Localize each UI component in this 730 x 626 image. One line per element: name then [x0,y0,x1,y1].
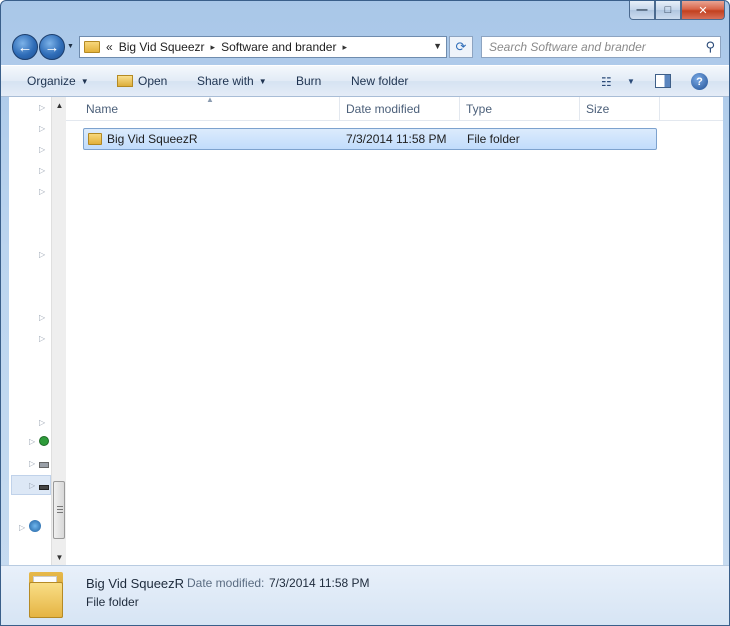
scroll-down-icon[interactable]: ▼ [52,549,67,565]
open-button[interactable]: Open [117,74,167,88]
file-date-cell: 7/3/2014 11:58 PM [346,132,447,146]
network-icon [29,520,41,532]
file-list: ▲ Name Date modified Type Size Big Vid S… [66,95,723,565]
column-header-date-modified[interactable]: Date modified [340,97,460,121]
forward-button[interactable]: → [39,34,65,60]
column-header-type[interactable]: Type [460,97,580,121]
minimize-button[interactable]: — [629,1,655,20]
file-type-cell: File folder [467,132,520,146]
new-folder-button[interactable]: New folder [351,74,408,88]
expand-arrow-icon[interactable]: ▷ [39,250,45,259]
navigation-row: ← → ▼ « Big Vid Squeezr ▸ Software and b… [1,31,729,63]
expand-arrow-icon[interactable]: ▷ [29,437,35,446]
search-box[interactable]: ⚲ [481,36,721,58]
expand-arrow-icon[interactable]: ▷ [39,145,45,154]
organize-label: Organize [27,74,76,88]
details-name: Big Vid SqueezR [86,576,185,591]
expand-arrow-icon[interactable]: ▷ [29,459,35,468]
expand-arrow-icon[interactable]: ▷ [39,313,45,322]
address-dropdown-icon[interactable]: ▼ [433,41,442,51]
expand-arrow-icon[interactable]: ▷ [39,418,45,427]
share-with-label: Share with [197,74,254,88]
refresh-icon: ⟳ [455,39,467,54]
expand-arrow-icon[interactable]: ▷ [39,124,45,133]
chevron-down-icon: ▼ [80,76,89,86]
breadcrumb-chevron-icon[interactable]: ▸ [342,42,347,53]
homegroup-icon [39,436,49,446]
expand-arrow-icon[interactable]: ▷ [39,103,45,112]
back-button[interactable]: ← [12,34,38,60]
breadcrumb-chevron-icon[interactable]: ▸ [211,42,216,53]
title-bar[interactable]: — □ ✕ [1,1,729,31]
open-folder-icon [117,75,133,87]
change-view-icon[interactable]: ☷ [601,75,612,89]
search-icon[interactable]: ⚲ [705,39,715,55]
window-controls: — □ ✕ [629,1,725,20]
grip-line [57,509,63,510]
command-bar: Organize ▼ Open Share with ▼ Burn New fo… [1,65,729,97]
column-header-row: ▲ Name Date modified Type Size [66,95,723,121]
scroll-up-icon[interactable]: ▲ [52,97,67,113]
details-date-value: 7/3/2014 11:58 PM [269,576,370,590]
details-pane: Big Vid SqueezR Date modified: 7/3/2014 … [1,565,729,625]
grip-line [57,506,63,507]
expand-arrow-icon[interactable]: ▷ [39,187,45,196]
drive-icon [39,485,49,490]
scrollbar-thumb[interactable] [53,481,65,539]
search-input[interactable] [489,40,699,54]
drive-icon [39,462,49,468]
column-header-size[interactable]: Size [580,97,660,121]
back-arrow-icon: ← [17,38,33,56]
folder-icon [88,133,102,145]
explorer-window: — □ ✕ ← → ▼ « Big Vid Squeezr ▸ Software… [0,0,730,626]
nav-pane-scrollbar[interactable]: ▲ ▼ [51,97,66,565]
close-button[interactable]: ✕ [681,1,725,20]
share-with-button[interactable]: Share with ▼ [197,74,267,88]
grip-line [57,512,63,513]
breadcrumb-item-big-vid-squeezr[interactable]: Big Vid Squeezr [119,40,205,54]
forward-arrow-icon: → [44,38,60,56]
address-bar[interactable]: « Big Vid Squeezr ▸ Software and brander… [79,36,447,58]
expand-arrow-icon[interactable]: ▷ [29,481,35,490]
column-header-name[interactable]: Name [80,97,340,121]
recent-pages-dropdown-icon[interactable]: ▼ [67,43,74,50]
help-icon[interactable]: ? [691,73,708,90]
expand-arrow-icon[interactable]: ▷ [39,334,45,343]
burn-label: Burn [296,74,322,88]
details-date-label: Date modified: [187,576,265,590]
details-type: File folder [86,595,139,609]
table-row[interactable]: Big Vid SqueezR 7/3/2014 11:58 PM File f… [83,128,657,150]
refresh-button[interactable]: ⟳ [449,36,473,58]
new-folder-label: New folder [351,74,409,88]
expand-arrow-icon[interactable]: ▷ [39,166,45,175]
open-label: Open [138,74,168,88]
breadcrumb-item-software-and-brander[interactable]: Software and brander [221,40,336,54]
burn-button[interactable]: Burn [296,74,321,88]
organize-button[interactable]: Organize ▼ [27,74,89,88]
folder-large-icon [29,572,63,618]
folder-icon [84,41,100,53]
view-options-dropdown-icon[interactable]: ▼ [627,77,635,86]
chevron-down-icon: ▼ [258,76,267,86]
breadcrumb-overflow[interactable]: « [106,40,113,54]
maximize-button[interactable]: □ [655,1,681,20]
file-name-cell: Big Vid SqueezR [88,129,198,149]
preview-pane-icon[interactable] [655,74,671,88]
expand-arrow-icon[interactable]: ▷ [19,523,25,532]
